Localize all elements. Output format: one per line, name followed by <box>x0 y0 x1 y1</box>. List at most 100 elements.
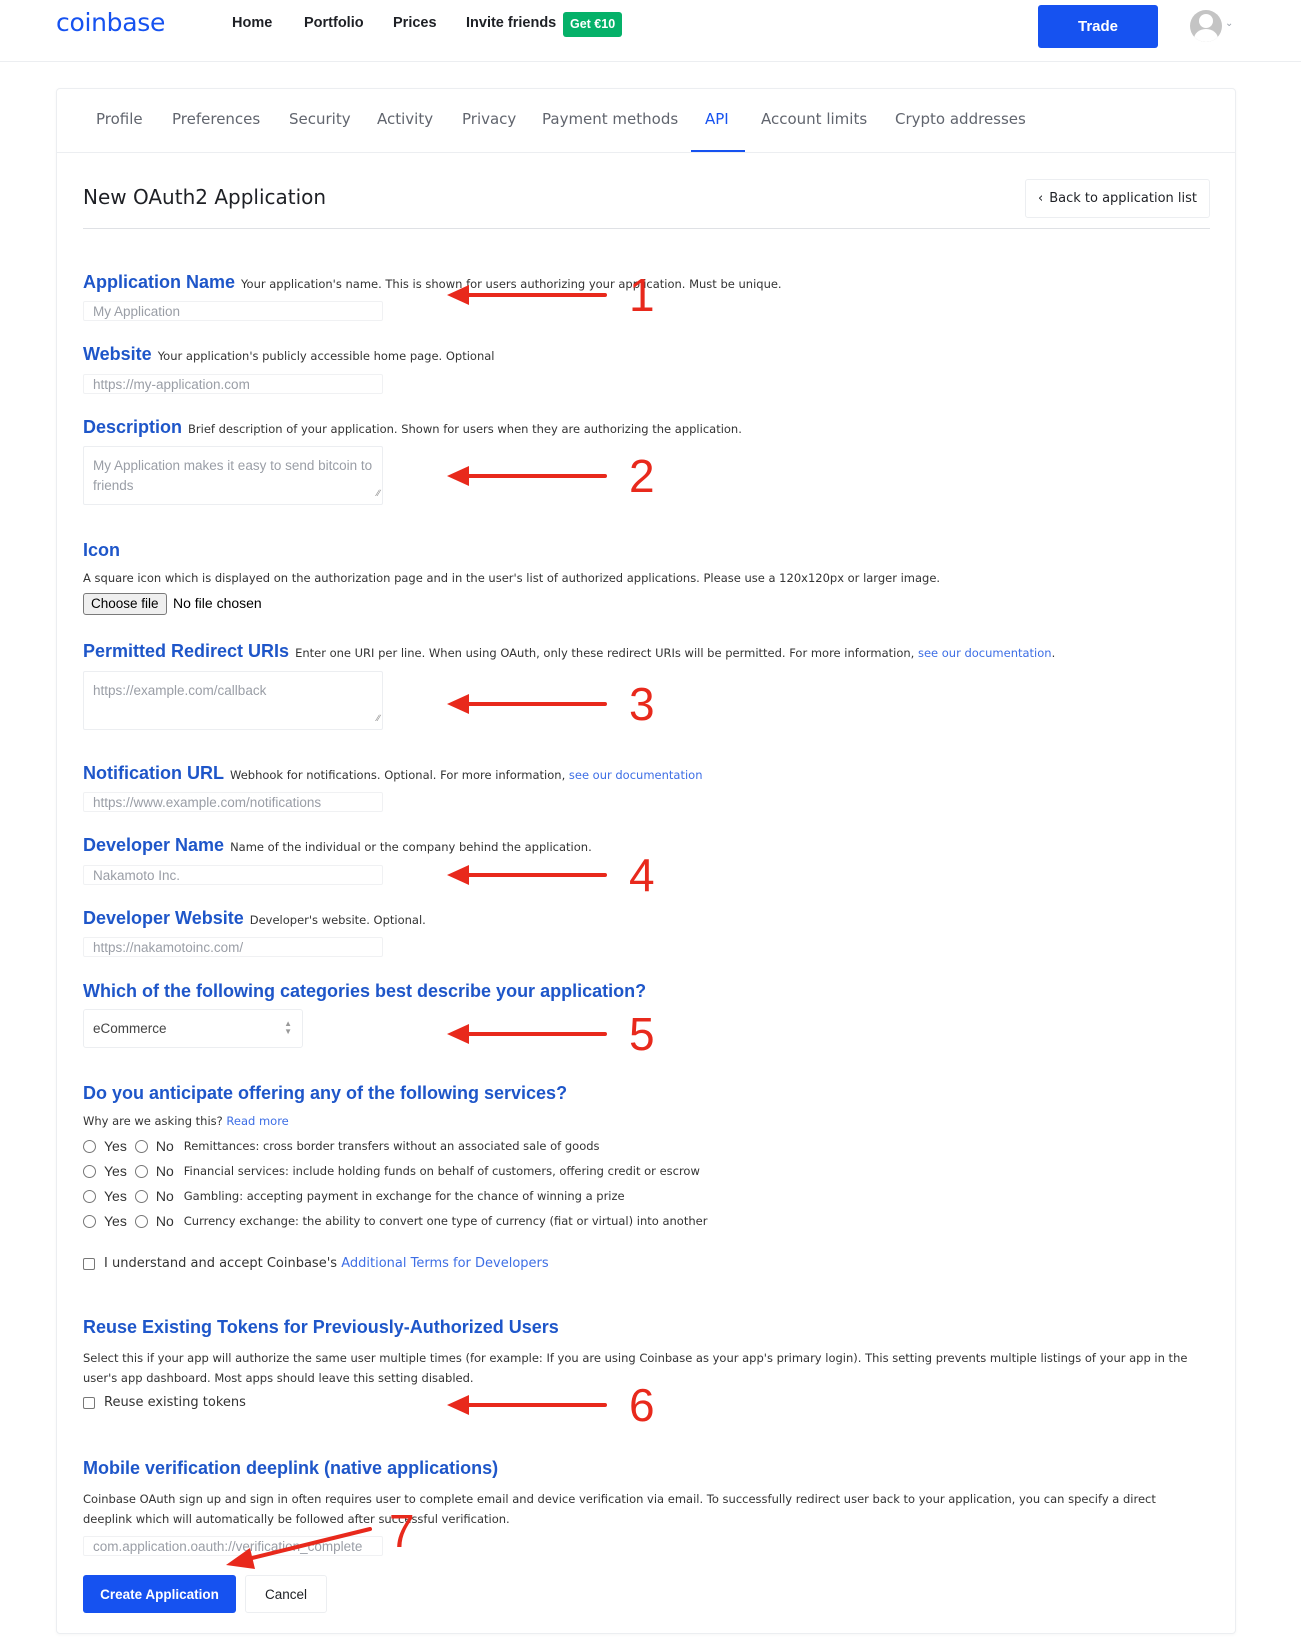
nav-invite-friends[interactable]: Invite friends <box>466 15 556 31</box>
redirect-uris-label: Permitted Redirect URIs Enter one URI per… <box>83 641 1055 662</box>
nav-home[interactable]: Home <box>232 15 272 31</box>
service-description: Currency exchange: the ability to conver… <box>183 1214 708 1228</box>
no-label: No <box>155 1163 174 1179</box>
read-more-link[interactable]: Read more <box>226 1114 288 1128</box>
additional-terms-link[interactable]: Additional Terms for Developers <box>341 1256 548 1271</box>
chevron-down-icon[interactable]: ⌄ <box>1225 18 1233 29</box>
create-application-button[interactable]: Create Application <box>83 1575 236 1613</box>
redirect-uris-help: Enter one URI per line. When using OAuth… <box>295 646 1055 660</box>
website-input[interactable]: https://my-application.com <box>83 374 383 394</box>
service-row-currency-exchange: Yes No Currency exchange: the ability to… <box>83 1211 707 1231</box>
no-label: No <box>155 1138 174 1154</box>
avatar[interactable] <box>1190 10 1222 42</box>
trade-button[interactable]: Trade <box>1038 5 1158 48</box>
reuse-tokens-checkbox[interactable] <box>83 1396 95 1409</box>
page-title: New OAuth2 Application <box>83 185 327 209</box>
redirect-uris-documentation-link[interactable]: see our documentation <box>918 646 1052 660</box>
redirect-uris-placeholder: https://example.com/callback <box>93 683 267 698</box>
tab-account-limits[interactable]: Account limits <box>761 110 867 128</box>
reuse-tokens-description: Select this if your app will authorize t… <box>83 1351 1188 1385</box>
yes-radio[interactable] <box>83 1189 96 1203</box>
deeplink-title: Mobile verification deeplink (native app… <box>83 1458 499 1478</box>
deeplink-description: Coinbase OAuth sign up and sign in often… <box>83 1492 1156 1526</box>
redirect-uris-textarea[interactable]: https://example.com/callback ∕∕ <box>83 671 383 730</box>
service-description: Gambling: accepting payment in exchange … <box>183 1189 625 1203</box>
service-row-gambling: Yes No Gambling: accepting payment in ex… <box>83 1186 625 1206</box>
yes-radio[interactable] <box>83 1139 96 1153</box>
notification-url-help: Webhook for notifications. Optional. For… <box>230 768 702 782</box>
developer-website-input[interactable]: https://nakamotoinc.com/ <box>83 937 383 957</box>
promo-badge[interactable]: Get €10 <box>563 12 623 37</box>
resize-handle-icon[interactable]: ∕∕ <box>377 708 380 728</box>
tab-api[interactable]: API <box>705 110 729 128</box>
resize-handle-icon[interactable]: ∕∕ <box>377 483 380 503</box>
tab-security[interactable]: Security <box>289 110 351 128</box>
notification-url-title: Notification URL <box>83 763 224 783</box>
service-description: Remittances: cross border transfers with… <box>183 1139 600 1153</box>
avatar-head-icon <box>1199 14 1213 28</box>
description-label: Description Brief description of your app… <box>83 417 742 438</box>
choose-file-button[interactable]: Choose file <box>83 593 167 615</box>
icon-help: A square icon which is displayed on the … <box>83 571 941 585</box>
back-to-application-list-button[interactable]: ‹ Back to application list <box>1025 179 1210 218</box>
service-description: Financial services: include holding fund… <box>183 1164 700 1178</box>
service-row-financial: Yes No Financial services: include holdi… <box>83 1161 700 1181</box>
application-name-label: Application Name Your application's name.… <box>83 272 782 293</box>
no-radio[interactable] <box>134 1164 148 1178</box>
service-row-remittances: Yes No Remittances: cross border transfe… <box>83 1136 600 1156</box>
yes-label: Yes <box>104 1213 127 1229</box>
nav-prices[interactable]: Prices <box>393 15 437 31</box>
notification-url-input[interactable]: https://www.example.com/notifications <box>83 792 383 812</box>
notification-url-documentation-link[interactable]: see our documentation <box>569 768 703 782</box>
deeplink-input[interactable]: com.application.oauth://verification_com… <box>83 1536 383 1556</box>
yes-radio[interactable] <box>83 1214 96 1228</box>
tab-payment-methods[interactable]: Payment methods <box>542 110 678 128</box>
icon-label: Icon <box>83 540 121 560</box>
top-nav-bar: coinbase Home Portfolio Prices Invite fr… <box>0 0 1301 62</box>
tab-preferences[interactable]: Preferences <box>172 110 260 128</box>
category-select[interactable]: eCommerce ▲ ▼ <box>83 1009 303 1048</box>
no-radio[interactable] <box>134 1189 148 1203</box>
developer-website-label: Developer Website Developer's website. Op… <box>83 908 426 929</box>
back-button-label: Back to application list <box>1049 191 1197 206</box>
developer-name-label: Developer Name Name of the individual or … <box>83 835 592 856</box>
website-title: Website <box>83 344 152 364</box>
category-question: Which of the following categories best d… <box>83 981 647 1001</box>
services-why: Why are we asking this? Read more <box>83 1114 289 1128</box>
chevron-left-icon: ‹ <box>1037 191 1044 206</box>
terms-checkbox[interactable] <box>83 1257 95 1270</box>
developer-name-help: Name of the individual or the company be… <box>230 840 592 854</box>
nav-portfolio[interactable]: Portfolio <box>304 15 364 31</box>
no-radio[interactable] <box>134 1214 148 1228</box>
coinbase-logo[interactable]: coinbase <box>56 8 165 37</box>
developer-name-input[interactable]: Nakamoto Inc. <box>83 865 383 885</box>
no-radio[interactable] <box>134 1139 148 1153</box>
active-tab-indicator <box>691 150 745 152</box>
select-arrows-icon: ▲ ▼ <box>284 1019 292 1036</box>
reuse-tokens-label: Reuse existing tokens <box>104 1395 246 1410</box>
reuse-tokens-row: Reuse existing tokens <box>83 1395 246 1410</box>
yes-label: Yes <box>104 1188 127 1204</box>
category-selected-value: eCommerce <box>93 1021 167 1036</box>
notification-url-label: Notification URL Webhook for notification… <box>83 763 702 784</box>
no-label: No <box>155 1188 174 1204</box>
tab-activity[interactable]: Activity <box>377 110 433 128</box>
cancel-button[interactable]: Cancel <box>245 1575 327 1613</box>
tab-crypto-addresses[interactable]: Crypto addresses <box>895 110 1026 128</box>
yes-radio[interactable] <box>83 1164 96 1178</box>
tab-profile[interactable]: Profile <box>96 110 143 128</box>
redirect-uris-help-suffix: . <box>1051 646 1056 660</box>
tab-privacy[interactable]: Privacy <box>462 110 516 128</box>
description-help: Brief description of your application. S… <box>188 422 742 436</box>
application-name-title: Application Name <box>83 272 236 292</box>
application-name-help: Your application's name. This is shown f… <box>241 277 782 291</box>
description-textarea[interactable]: My Application makes it easy to send bit… <box>83 446 383 505</box>
developer-website-title: Developer Website <box>83 908 244 928</box>
terms-text: I understand and accept Coinbase's <box>104 1256 338 1271</box>
avatar-body-icon <box>1194 29 1218 42</box>
developer-name-title: Developer Name <box>83 835 225 855</box>
services-question: Do you anticipate offering any of the fo… <box>83 1083 568 1103</box>
file-status: No file chosen <box>173 595 262 611</box>
settings-tabs: Profile Preferences Security Activity Pr… <box>57 89 1235 153</box>
application-name-input[interactable]: My Application <box>83 301 383 321</box>
